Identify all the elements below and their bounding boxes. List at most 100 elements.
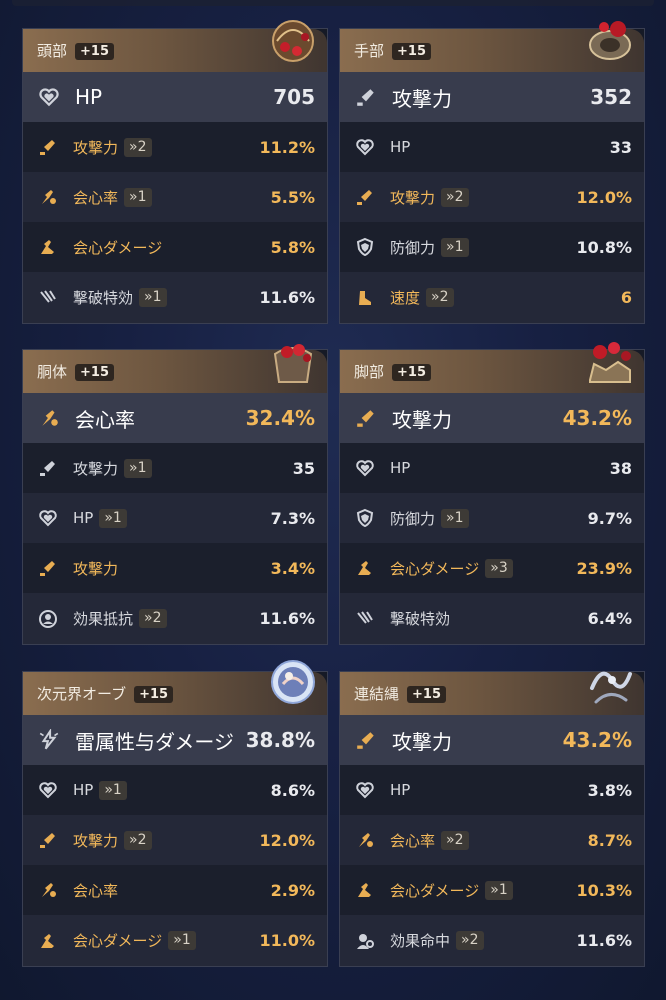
sword-icon [38, 458, 58, 478]
stat-value: 5.5% [270, 187, 315, 207]
relic-slot-name: 脚部 +15 [354, 361, 431, 382]
stat-name: 攻撃力 [73, 138, 119, 157]
crit-rate-icon [38, 407, 60, 429]
sub-stat-row: 攻撃力 »2 12.0% [340, 172, 644, 222]
relic-level-badge: +15 [134, 686, 174, 703]
stat-name: 会心ダメージ [73, 238, 163, 257]
relic-header: 胴体 +15 [23, 344, 327, 393]
roll-count-badge: »1 [99, 508, 127, 528]
sword-icon [38, 558, 58, 578]
stat-value: 6.4% [587, 609, 632, 628]
sword-icon [38, 830, 58, 850]
stat-value: 6 [620, 288, 632, 307]
stat-name: 攻撃力 [73, 831, 119, 850]
sub-stat-row: 攻撃力 3.4% [23, 543, 327, 593]
stat-name: 会心率 [73, 881, 119, 900]
stat-value: 33 [609, 137, 632, 157]
sub-stat-row: 会心ダメージ 5.8% [23, 222, 327, 272]
stat-name: 攻撃力 [390, 188, 436, 207]
crit-rate-icon [38, 880, 58, 900]
relic-card-body[interactable]: 胴体 +15 会心率 32.4% 攻撃力 »1 35 HP »1 7.3% 攻撃力 3.4% … [22, 344, 328, 645]
stat-name: HP [73, 781, 94, 799]
sub-stat-row: 会心率 »2 8.7% [340, 815, 644, 865]
effect-res-icon [38, 609, 58, 629]
stat-value: 35 [292, 458, 315, 478]
stat-value: 10.8% [576, 237, 632, 257]
stat-name: 雷属性与ダメージ [75, 729, 234, 754]
heart-icon [38, 86, 60, 108]
relic-level-badge: +15 [75, 43, 114, 60]
relic-slot-name: 次元界オーブ +15 [37, 683, 174, 704]
sub-stat-row: HP 3.8% [340, 765, 644, 815]
sub-stat-row: 防御力 »1 10.8% [340, 222, 644, 272]
roll-count-badge: »1 [485, 880, 513, 900]
sub-stat-row: 速度 »2 6 [340, 272, 644, 323]
roll-count-badge: »1 [124, 458, 152, 478]
roll-count-badge: »1 [139, 288, 167, 307]
stat-value: 12.0% [576, 187, 632, 207]
relic-header: 手部 +15 [340, 21, 644, 72]
main-stat-row: 攻撃力 43.2% [340, 393, 644, 443]
shield-icon [355, 508, 375, 528]
stat-value: 11.6% [576, 931, 632, 950]
stat-value: 2.9% [270, 880, 315, 900]
sub-stat-row: 防御力 »1 9.7% [340, 493, 644, 543]
stat-value: 10.3% [576, 880, 632, 900]
stat-name: 会心率 [73, 188, 119, 207]
stat-name: 会心ダメージ [73, 932, 163, 950]
relic-slot-name: 頭部 +15 [37, 40, 114, 61]
sub-stat-row: 撃破特効 6.4% [340, 593, 644, 644]
sub-stat-row: HP »1 7.3% [23, 493, 327, 543]
stat-name: 会心ダメージ [390, 881, 480, 900]
main-stat-row: 会心率 32.4% [23, 393, 327, 443]
stat-name: 効果命中 [390, 932, 451, 950]
sub-stat-row: 撃破特効 »1 11.6% [23, 272, 327, 323]
roll-count-badge: »2 [441, 187, 469, 207]
main-stat-row: 攻撃力 352 [340, 72, 644, 122]
effect-hit-icon [355, 931, 375, 951]
crit-rate-icon [38, 187, 58, 207]
sub-stat-row: 攻撃力 »2 12.0% [23, 815, 327, 865]
stat-value: 3.8% [587, 780, 632, 800]
roll-count-badge: »2 [456, 931, 484, 950]
stat-value: 5.8% [270, 237, 315, 257]
relic-level-badge: +15 [392, 364, 431, 381]
stat-name: 攻撃力 [392, 86, 452, 111]
stat-value: 7.3% [270, 508, 315, 528]
relic-card-hands[interactable]: 手部 +15 攻撃力 352 HP 33 攻撃力 »2 12.0% 防御力 »1 10.8% … [339, 21, 645, 324]
sword-icon [355, 729, 377, 751]
stat-name: 攻撃力 [392, 407, 452, 432]
relic-slot-name: 連結縄 +15 [354, 683, 446, 704]
roll-count-badge: »1 [441, 237, 469, 257]
roll-count-badge: »2 [426, 288, 454, 307]
sword-icon [355, 86, 377, 108]
relic-card-link-rope[interactable]: 連結縄 +15 攻撃力 43.2% HP 3.8% 会心率 »2 8.7% 会心ダメージ »… [339, 671, 645, 967]
stat-value: 8.6% [270, 780, 315, 800]
stat-name: 会心率 [75, 407, 135, 432]
stat-value: 3.4% [270, 558, 315, 578]
stat-name: 撃破特効 [73, 289, 134, 307]
roll-count-badge: »2 [124, 137, 152, 157]
main-stat-row: 雷属性与ダメージ 38.8% [23, 715, 327, 765]
sword-icon [355, 407, 377, 429]
stat-name: 撃破特効 [390, 610, 451, 628]
relic-card-head[interactable]: 頭部 +15 HP 705 攻撃力 »2 11.2% 会心率 »1 5.5% 会心ダメージ 5… [22, 20, 328, 324]
stat-value: 32.4% [245, 406, 315, 430]
stat-value: 23.9% [576, 558, 632, 578]
shield-icon [355, 237, 375, 257]
stat-name: 会心ダメージ [390, 559, 480, 578]
relic-card-planar-sphere[interactable]: 次元界オーブ +15 雷属性与ダメージ 38.8% HP »1 8.6% 攻撃力 »2 12… [22, 660, 328, 967]
sub-stat-row: 会心ダメージ »3 23.9% [340, 543, 644, 593]
relic-card-feet[interactable]: 脚部 +15 攻撃力 43.2% HP 38 防御力 »1 9.7% 会心ダメージ »3 23… [339, 342, 645, 645]
stat-name: HP [73, 509, 94, 527]
sub-stat-row: 会心ダメージ »1 11.0% [23, 915, 327, 966]
stat-value: 38 [609, 458, 632, 478]
sub-stat-row: 効果命中 »2 11.6% [340, 915, 644, 966]
sub-stat-row: HP »1 8.6% [23, 765, 327, 815]
lightning-icon [38, 727, 60, 751]
stat-name: 防御力 [390, 509, 436, 528]
stat-value: 12.0% [259, 830, 315, 850]
relic-header: 連結縄 +15 [340, 671, 644, 715]
stat-name: 会心率 [390, 831, 436, 850]
crit-rate-icon [355, 830, 375, 850]
